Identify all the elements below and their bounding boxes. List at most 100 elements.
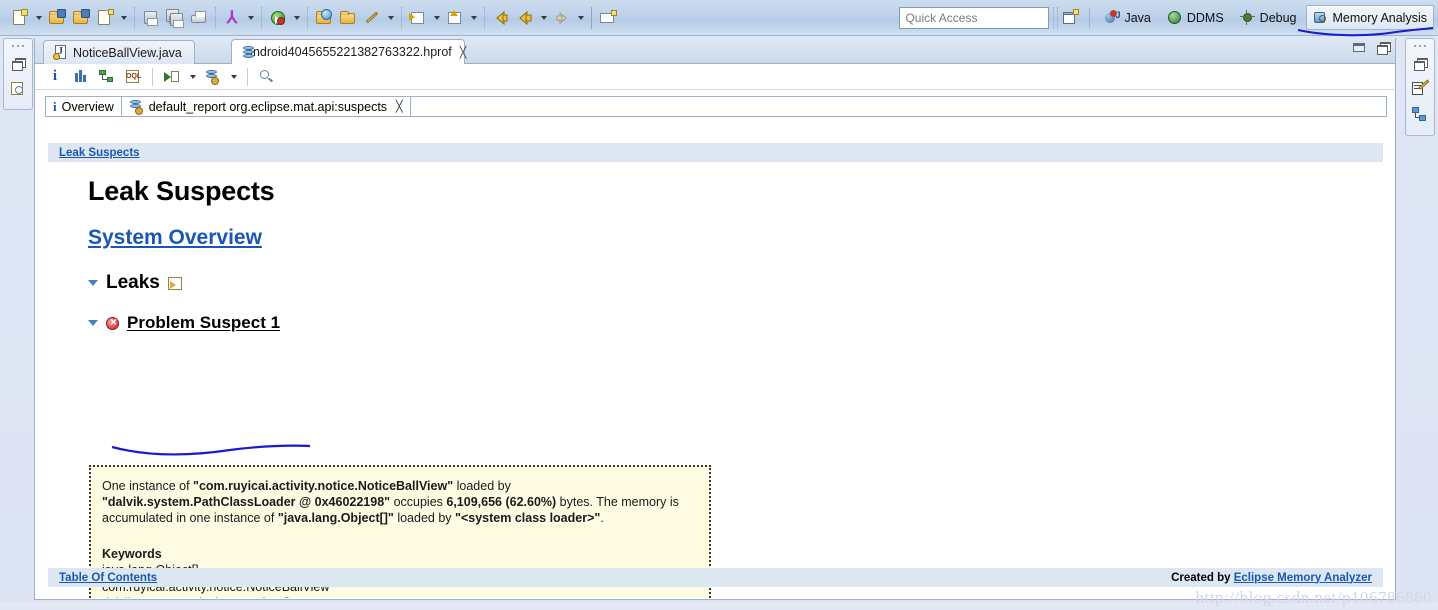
inner-tab-default-report[interactable]: default_report org.eclipse.mat.api:suspe… [120,96,411,117]
created-by: Created by Eclipse Memory Analyzer [1171,572,1372,584]
chevron-down-icon[interactable] [88,280,98,286]
suspect-text: One instance of "com.ruyicai.activity.no… [102,479,679,525]
suspect-class-name: "com.ruyicai.activity.notice.NoticeBallV… [193,479,454,493]
perspective-java-label: Java [1124,10,1151,25]
query-browser-icon[interactable] [201,66,225,88]
editor-tab-label: NoticeBallView.java [73,45,182,60]
table-of-contents-link[interactable]: Table Of Contents [59,572,157,584]
leaks-section-header[interactable]: Leaks [88,272,1395,294]
right-fast-view-bar [1405,38,1435,136]
oql-icon[interactable]: OQL [121,66,145,88]
problem-suspect-1-header[interactable]: Problem Suspect 1 [88,313,1395,333]
open-perspective-icon[interactable] [1058,5,1082,31]
open-folder-icon[interactable] [69,5,93,31]
problem-suspect-1-title[interactable]: Problem Suspect 1 [127,313,294,333]
forward-dropdown-icon[interactable] [574,5,587,31]
forward-icon[interactable] [550,5,574,31]
dominator-tree-icon[interactable] [95,66,119,88]
report-body: Leak Suspects Leak Suspects System Overv… [36,135,1395,598]
new-wizard-dropdown-icon[interactable] [117,5,130,31]
new-dropdown-icon[interactable] [32,5,45,31]
editor-area: J NoticeBallView.java android40456552213… [34,38,1396,600]
toolbar-separator [591,6,592,29]
suspect-text-part: loaded by [393,511,456,525]
perspective-java[interactable]: J Java [1097,5,1157,30]
report-footer: Table Of Contents Created by Eclipse Mem… [48,568,1383,587]
export-icon[interactable] [167,276,182,290]
open-resource-icon[interactable] [336,5,360,31]
suspect-size-value: 6,109,656 (62.60%) [446,495,557,509]
perspective-separator [1089,7,1091,28]
chevron-down-icon[interactable] [88,320,98,326]
memory-analyzer-icon[interactable] [6,77,30,101]
error-icon [106,315,120,330]
save-icon[interactable] [139,5,163,31]
inner-tab-close-icon[interactable]: ╳ [396,100,403,113]
open-type-icon[interactable] [312,5,336,31]
perspective-bar: J Java DDMS Debug Memory Analysis [1058,3,1434,33]
java-dropdown-icon[interactable] [244,5,257,31]
search-pencil-icon[interactable] [360,5,384,31]
fast-view-grip[interactable] [1412,42,1428,49]
search-dropdown-icon[interactable] [384,5,397,31]
fast-view-grip[interactable] [10,42,26,49]
inner-tab-overview[interactable]: i Overview [45,96,122,117]
search-icon[interactable] [255,66,279,88]
toolbar-group-java: ⅄ [220,3,257,33]
inner-tab-filler [409,96,1387,117]
quick-access-input[interactable]: Quick Access [899,6,1050,29]
suspect-text-part: One instance of [102,479,194,493]
perspective-debug[interactable]: Debug [1233,5,1304,30]
next-annotation-dropdown-icon[interactable] [430,5,443,31]
system-overview-link[interactable]: System Overview [88,226,1395,250]
new-icon[interactable] [8,5,32,31]
next-annotation-icon[interactable] [406,5,430,31]
run-dropdown-icon[interactable] [290,5,303,31]
suspect-accumulation-class: "java.lang.Object[]" [277,511,394,525]
eclipse-memory-analyzer-link[interactable]: Eclipse Memory Analyzer [1234,572,1372,584]
keywords-heading: Keywords [102,547,162,561]
new-window-icon[interactable] [596,5,620,31]
page-title: Leak Suspects [88,176,275,206]
print-icon[interactable] [187,5,211,31]
save-all-icon[interactable] [163,5,187,31]
restore-icon[interactable] [1408,51,1432,75]
restore-icon[interactable] [1377,42,1391,55]
hierarchy-icon[interactable] [1408,103,1432,127]
histogram-icon[interactable] [69,66,93,88]
open-project-icon[interactable] [45,5,69,31]
editor-tab-close-icon[interactable]: ╳ [460,46,467,59]
watermark: http://blog.csdn.net/p106786860 [1195,588,1432,607]
editor-tab-label: android4045655221382763322.hprof [246,45,452,59]
editor-window-controls [1353,42,1391,55]
new-wizard-icon[interactable] [93,5,117,31]
editor-tab-hprof[interactable]: android4045655221382763322.hprof ╳ [231,39,467,64]
run-icon[interactable] [266,5,290,31]
perspective-ddms-label: DDMS [1186,10,1224,25]
previous-annotation-dropdown-icon[interactable] [467,5,480,31]
keyword-item: dalvik.system.PathClassLoader @ 0x460221… [102,595,697,598]
editor-tab-bar: J NoticeBallView.java android40456552213… [35,38,1395,64]
back-dropdown-icon[interactable] [537,5,550,31]
heap-dump-overview-icon[interactable]: i [43,66,67,88]
perspective-ddms[interactable]: DDMS [1160,5,1231,30]
query-browser-dropdown-icon[interactable] [227,64,240,90]
previous-annotation-icon[interactable] [443,5,467,31]
info-icon: i [53,98,57,114]
perspective-memory-analysis[interactable]: Memory Analysis [1305,5,1434,30]
editor-toolbar-separator [247,67,248,86]
breadcrumb-link-leak-suspects[interactable]: Leak Suspects [59,147,140,159]
editor-tab-noticeballview[interactable]: J NoticeBallView.java [43,40,195,64]
restore-icon[interactable] [6,51,30,75]
last-edit-location-icon[interactable] [489,5,513,31]
leaks-heading: Leaks [106,272,160,293]
minimize-icon[interactable] [1353,43,1365,52]
created-by-label: Created by [1171,571,1231,584]
edit-note-icon[interactable] [1408,77,1432,101]
back-icon[interactable] [513,5,537,31]
toolbar-separator [307,6,308,29]
run-expert-system-icon[interactable] [160,66,184,88]
run-expert-system-dropdown-icon[interactable] [186,64,199,90]
report-tab-bar: i Overview default_report org.eclipse.ma… [45,95,1387,117]
java-glyph-icon[interactable]: ⅄ [220,5,244,31]
